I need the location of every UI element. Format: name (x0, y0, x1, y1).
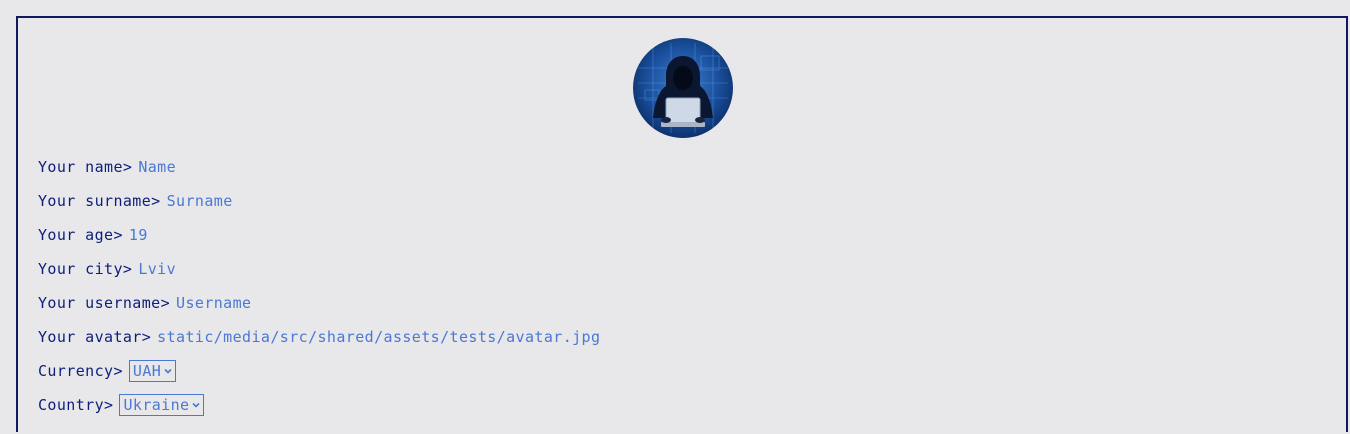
currency-row: Currency> UAH (38, 354, 600, 388)
country-select[interactable]: Ukraine (119, 394, 205, 416)
avatar-path-value[interactable]: static/media/src/shared/assets/tests/ava… (157, 328, 600, 346)
age-row: Your age> 19 (38, 218, 600, 252)
chevron-down-icon (164, 368, 172, 374)
avatar-path-row: Your avatar> static/media/src/shared/ass… (38, 320, 600, 354)
country-row: Country> Ukraine (38, 388, 600, 422)
surname-row: Your surname> Surname (38, 184, 600, 218)
city-label: Your city> (38, 260, 133, 278)
profile-panel: Your name> Name Your surname> Surname Yo… (16, 16, 1348, 432)
currency-select[interactable]: UAH (128, 360, 177, 382)
profile-fields: Your name> Name Your surname> Surname Yo… (38, 150, 600, 422)
currency-selected-value: UAH (132, 362, 162, 380)
avatar-path-label: Your avatar> (38, 328, 152, 346)
hacker-avatar-icon (633, 38, 733, 138)
currency-label: Currency> (38, 362, 123, 380)
country-selected-value: Ukraine (123, 396, 190, 414)
country-label: Country> (38, 396, 114, 414)
city-row: Your city> Lviv (38, 252, 600, 286)
username-value[interactable]: Username (176, 294, 251, 312)
chevron-down-icon (192, 402, 201, 408)
username-row: Your username> Username (38, 286, 600, 320)
name-row: Your name> Name (38, 150, 600, 184)
age-label: Your age> (38, 226, 123, 244)
name-value[interactable]: Name (138, 158, 176, 176)
city-value[interactable]: Lviv (138, 260, 176, 278)
surname-label: Your surname> (38, 192, 161, 210)
name-label: Your name> (38, 158, 133, 176)
surname-value[interactable]: Surname (167, 192, 233, 210)
avatar (633, 38, 733, 138)
age-value[interactable]: 19 (129, 226, 148, 244)
username-label: Your username> (38, 294, 171, 312)
